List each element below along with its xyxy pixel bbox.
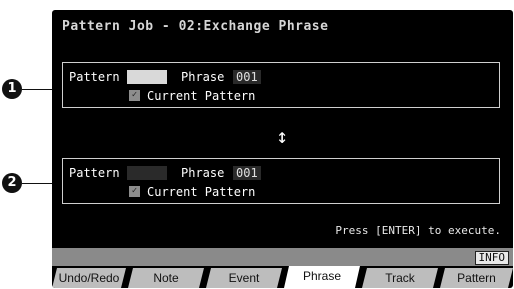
current-pattern-checkbox[interactable]: ✓ <box>129 90 140 101</box>
tab-track[interactable]: Track <box>362 268 438 288</box>
source-panel: Pattern Phrase 001 ✓ Current Pattern <box>62 62 500 108</box>
tab-phrase[interactable]: Phrase <box>284 266 360 288</box>
callout-2: 2 <box>2 173 22 193</box>
tab-bar: Undo/Redo Note Event Phrase Track Patter… <box>52 268 513 288</box>
pattern-label: Pattern <box>69 166 120 180</box>
phrase-field[interactable]: 001 <box>233 70 261 84</box>
tab-undo-redo[interactable]: Undo/Redo <box>52 268 126 288</box>
status-bar <box>52 248 513 266</box>
current-pattern-label: Current Pattern <box>147 89 256 103</box>
tab-pattern[interactable]: Pattern <box>440 268 513 288</box>
updown-arrow-icon: ↕ <box>276 124 289 148</box>
current-pattern-checkbox[interactable]: ✓ <box>129 186 140 197</box>
callout-1: 1 <box>2 79 22 99</box>
pattern-field[interactable] <box>127 166 167 180</box>
tab-note[interactable]: Note <box>128 268 204 288</box>
info-button[interactable]: INFO <box>474 251 509 265</box>
phrase-field[interactable]: 001 <box>233 166 261 180</box>
lcd-screen: Pattern Job - 02:Exchange Phrase Pattern… <box>52 10 513 288</box>
pattern-label: Pattern <box>69 70 120 84</box>
phrase-label: Phrase <box>181 70 225 84</box>
execute-hint: Press [ENTER] to execute. <box>335 224 501 237</box>
tab-event[interactable]: Event <box>206 268 282 288</box>
phrase-label: Phrase <box>181 166 225 180</box>
pattern-field[interactable] <box>127 70 167 84</box>
destination-panel: Pattern Phrase 001 ✓ Current Pattern <box>62 158 500 204</box>
page-title: Pattern Job - 02:Exchange Phrase <box>62 19 329 34</box>
current-pattern-label: Current Pattern <box>147 185 256 199</box>
